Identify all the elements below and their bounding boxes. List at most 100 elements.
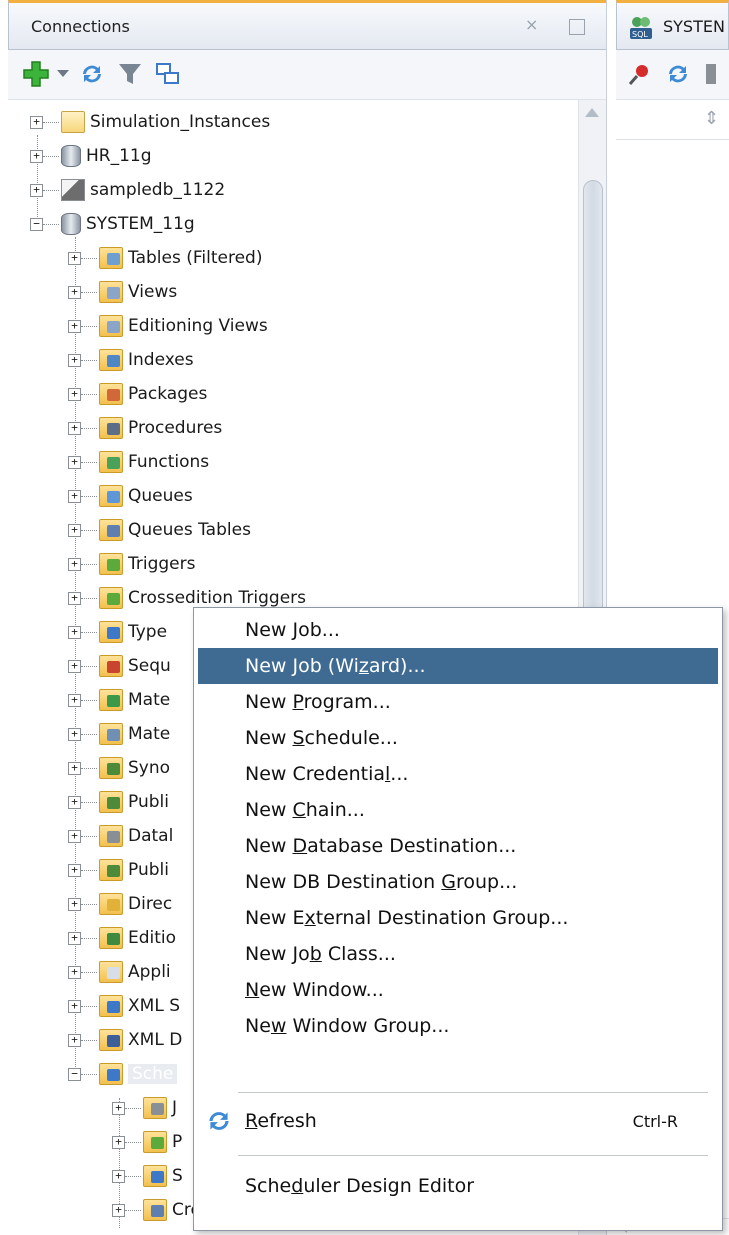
- menu-item[interactable]: New DB Destination Group...: [198, 864, 718, 900]
- expand-icon[interactable]: +: [68, 251, 81, 265]
- tree-label: P: [172, 1132, 183, 1152]
- scroll-up-icon[interactable]: [585, 108, 599, 117]
- expand-icon[interactable]: +: [68, 863, 81, 877]
- tree-connection-sampledb-1122[interactable]: + sampledb_1122: [30, 173, 225, 207]
- expand-icon[interactable]: +: [68, 999, 81, 1013]
- expand-icon[interactable]: +: [112, 1203, 125, 1217]
- expand-icon[interactable]: +: [68, 761, 81, 775]
- expand-icon[interactable]: +: [68, 319, 81, 333]
- tree-label: Views: [128, 282, 178, 302]
- expand-icon[interactable]: +: [68, 965, 81, 979]
- types-icon: [99, 621, 123, 643]
- menu-item[interactable]: New External Destination Group...: [198, 900, 718, 936]
- tree-connection-simulation-instances[interactable]: + Simulation_Instances: [30, 105, 270, 139]
- tree-node[interactable]: + Packages: [68, 377, 207, 411]
- expand-icon[interactable]: +: [68, 795, 81, 809]
- tree-node[interactable]: + Procedures: [68, 411, 222, 445]
- expand-icon[interactable]: +: [68, 489, 81, 503]
- expand-icon[interactable]: +: [30, 115, 43, 129]
- expand-icon[interactable]: +: [68, 557, 81, 571]
- collapse-icon[interactable]: −: [68, 1067, 81, 1081]
- expand-icon[interactable]: +: [68, 829, 81, 843]
- expand-icon[interactable]: +: [30, 149, 43, 163]
- expand-icon[interactable]: +: [68, 727, 81, 741]
- tree-node[interactable]: + Direc: [68, 887, 172, 921]
- tree-node[interactable]: + Type: [68, 615, 167, 649]
- menu-item-label: Refresh: [245, 1110, 317, 1132]
- tree-node[interactable]: + Mate: [68, 683, 170, 717]
- tree-node[interactable]: + Tables (Filtered): [68, 241, 262, 275]
- expand-icon[interactable]: +: [68, 455, 81, 469]
- expand-icon[interactable]: +: [68, 693, 81, 707]
- expand-icon[interactable]: +: [68, 897, 81, 911]
- expand-icon[interactable]: +: [68, 591, 81, 605]
- tree-node[interactable]: + J: [112, 1091, 177, 1125]
- expand-icon[interactable]: +: [68, 659, 81, 673]
- editor-tab[interactable]: SQL SYSTEN: [616, 0, 729, 50]
- tree-label: Type: [128, 622, 168, 642]
- tree-node[interactable]: + Mate: [68, 717, 170, 751]
- public-database-links-icon: [99, 859, 123, 881]
- menu-item[interactable]: New Credential...: [198, 756, 718, 792]
- expand-icon[interactable]: +: [68, 625, 81, 639]
- refresh-icon[interactable]: [664, 60, 692, 93]
- tree-node[interactable]: + Editioning Views: [68, 309, 268, 343]
- expand-icon[interactable]: +: [68, 421, 81, 435]
- tree-node[interactable]: − Sche: [68, 1057, 178, 1091]
- menu-item[interactable]: New Window Group...: [198, 1008, 718, 1044]
- menu-item[interactable]: New Database Destination...: [198, 828, 718, 864]
- expand-icon[interactable]: +: [68, 387, 81, 401]
- tree-node[interactable]: + Triggers: [68, 547, 196, 581]
- tree-node[interactable]: + Publi: [68, 785, 169, 819]
- menu-item[interactable]: New Schedule...: [198, 720, 718, 756]
- expand-icon[interactable]: +: [112, 1135, 125, 1149]
- expand-icon[interactable]: +: [68, 931, 81, 945]
- tree-connection-hr-11g[interactable]: + HR_11g: [30, 139, 152, 173]
- expand-icon[interactable]: +: [68, 353, 81, 367]
- expand-icon[interactable]: +: [30, 183, 43, 197]
- minimize-icon[interactable]: [569, 19, 585, 35]
- tree-node[interactable]: + Appli: [68, 955, 171, 989]
- dropdown-arrow-icon[interactable]: [54, 59, 72, 89]
- grid-icon[interactable]: [706, 64, 716, 84]
- menu-item-label: Scheduler Design Editor: [245, 1175, 475, 1197]
- menu-item[interactable]: New Job Class...: [198, 936, 718, 972]
- tree-node[interactable]: + Editio: [68, 921, 176, 955]
- tree-connection-system-11g[interactable]: − SYSTEM_11g: [30, 207, 195, 241]
- tree-node[interactable]: + Queues: [68, 479, 193, 513]
- pin-icon[interactable]: [628, 62, 652, 91]
- collapse-icon[interactable]: −: [30, 217, 43, 231]
- expand-icon[interactable]: +: [68, 285, 81, 299]
- tree-node[interactable]: + Functions: [68, 445, 209, 479]
- tree-node[interactable]: + Sequ: [68, 649, 171, 683]
- menu-item[interactable]: New Program...: [198, 684, 718, 720]
- schema-browser-icon[interactable]: [152, 59, 184, 89]
- tree-node[interactable]: + Datal: [68, 819, 173, 853]
- expand-icon[interactable]: +: [112, 1101, 125, 1115]
- public-synonyms-icon: [99, 791, 123, 813]
- add-connection-icon[interactable]: [20, 59, 52, 89]
- menu-item[interactable]: New Job...: [198, 612, 718, 648]
- sort-icon[interactable]: ⇕: [704, 108, 719, 129]
- expand-icon[interactable]: +: [112, 1169, 125, 1183]
- menu-item[interactable]: New Chain...: [198, 792, 718, 828]
- expand-icon[interactable]: +: [68, 1033, 81, 1047]
- tree-node[interactable]: + XML S: [68, 989, 180, 1023]
- tree-node[interactable]: + Syno: [68, 751, 170, 785]
- menu-item[interactable]: New Window...: [198, 972, 718, 1008]
- filter-icon[interactable]: [114, 59, 146, 89]
- menu-item-refresh[interactable]: Refresh Ctrl-R: [198, 1103, 718, 1139]
- menu-item-scheduler-design-editor[interactable]: Scheduler Design Editor: [198, 1168, 718, 1204]
- menu-item[interactable]: New Job (Wizard)...: [198, 648, 718, 684]
- tree-node[interactable]: + Views: [68, 275, 177, 309]
- menu-item-label: New Job...: [245, 619, 340, 641]
- tree-node[interactable]: + Publi: [68, 853, 169, 887]
- tree-node[interactable]: + Queues Tables: [68, 513, 251, 547]
- tree-node[interactable]: + Indexes: [68, 343, 194, 377]
- expand-icon[interactable]: +: [68, 523, 81, 537]
- refresh-icon[interactable]: [76, 59, 108, 89]
- tree-node[interactable]: + XML D: [68, 1023, 182, 1057]
- close-icon[interactable]: ×: [525, 15, 538, 34]
- tree-node[interactable]: + S: [112, 1159, 183, 1193]
- tree-node[interactable]: + P: [112, 1125, 182, 1159]
